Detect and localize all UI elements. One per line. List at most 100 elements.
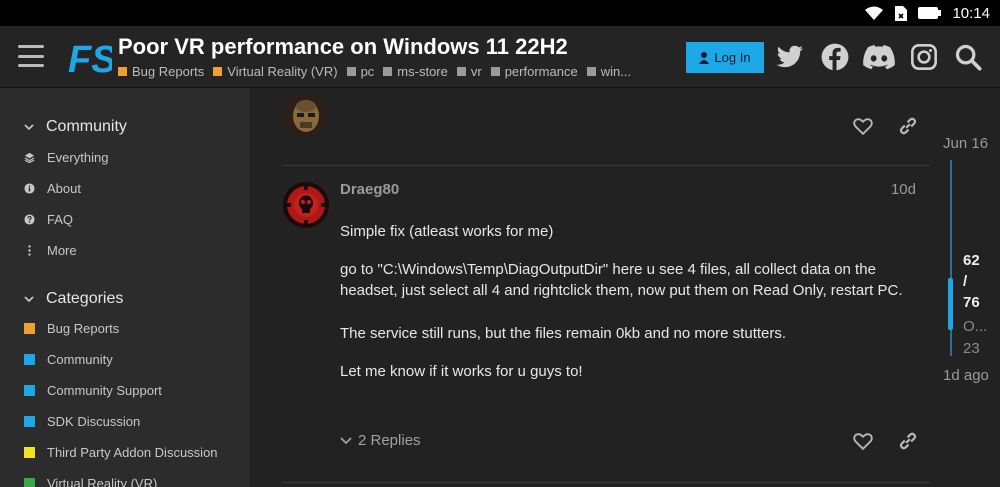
tag-label: pc: [360, 64, 375, 79]
tag-color-swatch: [346, 67, 356, 76]
post-divider: [282, 165, 930, 166]
chevron-down-icon: [340, 432, 352, 449]
timeline-current-post: 62: [963, 252, 980, 269]
sidebar-item-more[interactable]: More: [24, 243, 77, 258]
avatar[interactable]: [283, 92, 329, 138]
category-label: Community: [47, 352, 113, 367]
chevron-down-icon: [24, 290, 34, 308]
sidebar-category-item[interactable]: Bug Reports: [24, 321, 119, 336]
share-link-icon[interactable]: [897, 430, 919, 452]
sidebar-section-heading: Categories: [46, 290, 124, 307]
hamburger-menu-icon[interactable]: [18, 45, 44, 67]
tag-label: Virtual Reality (VR): [227, 64, 338, 79]
category-color-swatch: [24, 447, 35, 458]
tag-color-swatch: [213, 67, 223, 76]
category-label: SDK Discussion: [47, 414, 141, 429]
category-color-swatch: [24, 478, 35, 487]
replies-toggle-button[interactable]: 2 Replies: [340, 432, 421, 449]
topic-tag[interactable]: Bug Reports: [118, 64, 204, 79]
site-header: FS Poor VR performance on Windows 11 22H…: [0, 26, 1000, 88]
sidebar: Community Everything About FAQ More Cate…: [0, 88, 250, 487]
timeline-slash: /: [963, 273, 968, 290]
topic-tag[interactable]: ms-store: [383, 64, 448, 79]
timeline-sub-label: O...: [963, 318, 988, 335]
timeline-scroll-handle[interactable]: [948, 278, 953, 330]
timeline-total-posts: 76: [963, 294, 980, 311]
tag-color-swatch: [490, 67, 500, 76]
tag-label: win...: [600, 64, 632, 79]
post-paragraph: Let me know if it works for u guys to!: [340, 363, 583, 380]
topic-tag[interactable]: win...: [586, 64, 632, 79]
tag-label: performance: [504, 64, 578, 79]
instagram-icon[interactable]: [910, 43, 938, 71]
post-paragraph: The service still runs, but the files re…: [340, 325, 787, 342]
wifi-icon: [864, 5, 884, 21]
login-button[interactable]: Log In: [686, 42, 764, 73]
post-paragraph: Simple fix (atleast works for me): [340, 223, 554, 240]
category-label: Bug Reports: [47, 321, 120, 336]
post-paragraph: go to "C:\Windows\Temp\DiagOutputDir" he…: [340, 261, 903, 299]
topic-title[interactable]: Poor VR performance on Windows 11 22H2: [118, 34, 568, 60]
post-divider: [282, 482, 930, 483]
category-color-swatch: [24, 385, 35, 396]
question-icon: [24, 214, 35, 225]
facebook-icon[interactable]: [821, 43, 849, 71]
sidebar-section-heading: Community: [46, 118, 127, 135]
battery-icon: [918, 6, 942, 20]
category-label: Third Party Addon Discussion: [47, 445, 218, 460]
topic-timeline: Jun 16 62 / 76 O... 23 1d ago: [930, 88, 1000, 487]
sidebar-item-everything[interactable]: Everything: [24, 150, 108, 165]
login-label: Log In: [714, 50, 751, 65]
topic-tag[interactable]: performance: [490, 64, 578, 79]
sidebar-item-label: More: [47, 243, 77, 258]
sidebar-category-item[interactable]: Community: [24, 352, 113, 367]
sidebar-item-faq[interactable]: FAQ: [24, 212, 73, 227]
tag-label: vr: [470, 64, 482, 79]
topic-tag[interactable]: vr: [456, 64, 482, 79]
tag-color-swatch: [118, 67, 127, 76]
timeline-post-date: O... 23: [963, 316, 987, 360]
search-icon[interactable]: [954, 43, 982, 71]
timeline-sub-date: 23: [963, 340, 980, 357]
sidebar-section-categories[interactable]: Categories: [24, 290, 123, 308]
sidebar-category-item[interactable]: Community Support: [24, 383, 162, 398]
sidebar-item-label: FAQ: [47, 212, 74, 227]
post-date[interactable]: 10d: [891, 181, 916, 198]
category-color-swatch: [24, 354, 35, 365]
sidebar-item-label: About: [47, 181, 81, 196]
topic-tag[interactable]: pc: [346, 64, 375, 79]
sidebar-section-community[interactable]: Community: [24, 118, 127, 136]
share-link-icon[interactable]: [897, 115, 919, 137]
timeline-end-date[interactable]: 1d ago: [943, 367, 989, 384]
tag-color-swatch: [586, 67, 596, 76]
sidebar-item-about[interactable]: About: [24, 181, 81, 196]
category-label: Virtual Reality (VR): [47, 476, 158, 487]
info-icon: [24, 183, 35, 194]
tag-label: ms-store: [397, 64, 448, 79]
tag-color-swatch: [383, 67, 393, 76]
sidebar-category-item[interactable]: SDK Discussion: [24, 414, 140, 429]
avatar[interactable]: [283, 182, 329, 228]
replies-label: 2 Replies: [358, 432, 421, 449]
like-heart-icon[interactable]: [852, 430, 874, 452]
more-vertical-icon: [24, 245, 35, 256]
sidebar-category-item[interactable]: Third Party Addon Discussion: [24, 445, 218, 460]
topic-tags: Bug Reports Virtual Reality (VR) pc ms-stor…: [118, 64, 631, 79]
sidebar-category-item[interactable]: Virtual Reality (VR): [24, 476, 157, 487]
twitter-icon[interactable]: [776, 43, 804, 71]
sim-icon: [894, 5, 908, 22]
layers-icon: [24, 152, 35, 163]
site-logo[interactable]: FS: [66, 32, 117, 82]
status-bar: 10:14: [0, 0, 1000, 26]
category-color-swatch: [24, 323, 35, 334]
user-icon: [699, 51, 710, 64]
svg-text:FS: FS: [68, 39, 112, 81]
chevron-down-icon: [24, 118, 34, 136]
topic-tag[interactable]: Virtual Reality (VR): [213, 64, 338, 79]
category-label: Community Support: [47, 383, 162, 398]
discord-icon[interactable]: [863, 43, 895, 71]
tag-color-swatch: [456, 67, 466, 76]
post-username[interactable]: Draeg80: [340, 181, 399, 198]
timeline-start-date[interactable]: Jun 16: [943, 135, 988, 152]
like-heart-icon[interactable]: [852, 115, 874, 137]
